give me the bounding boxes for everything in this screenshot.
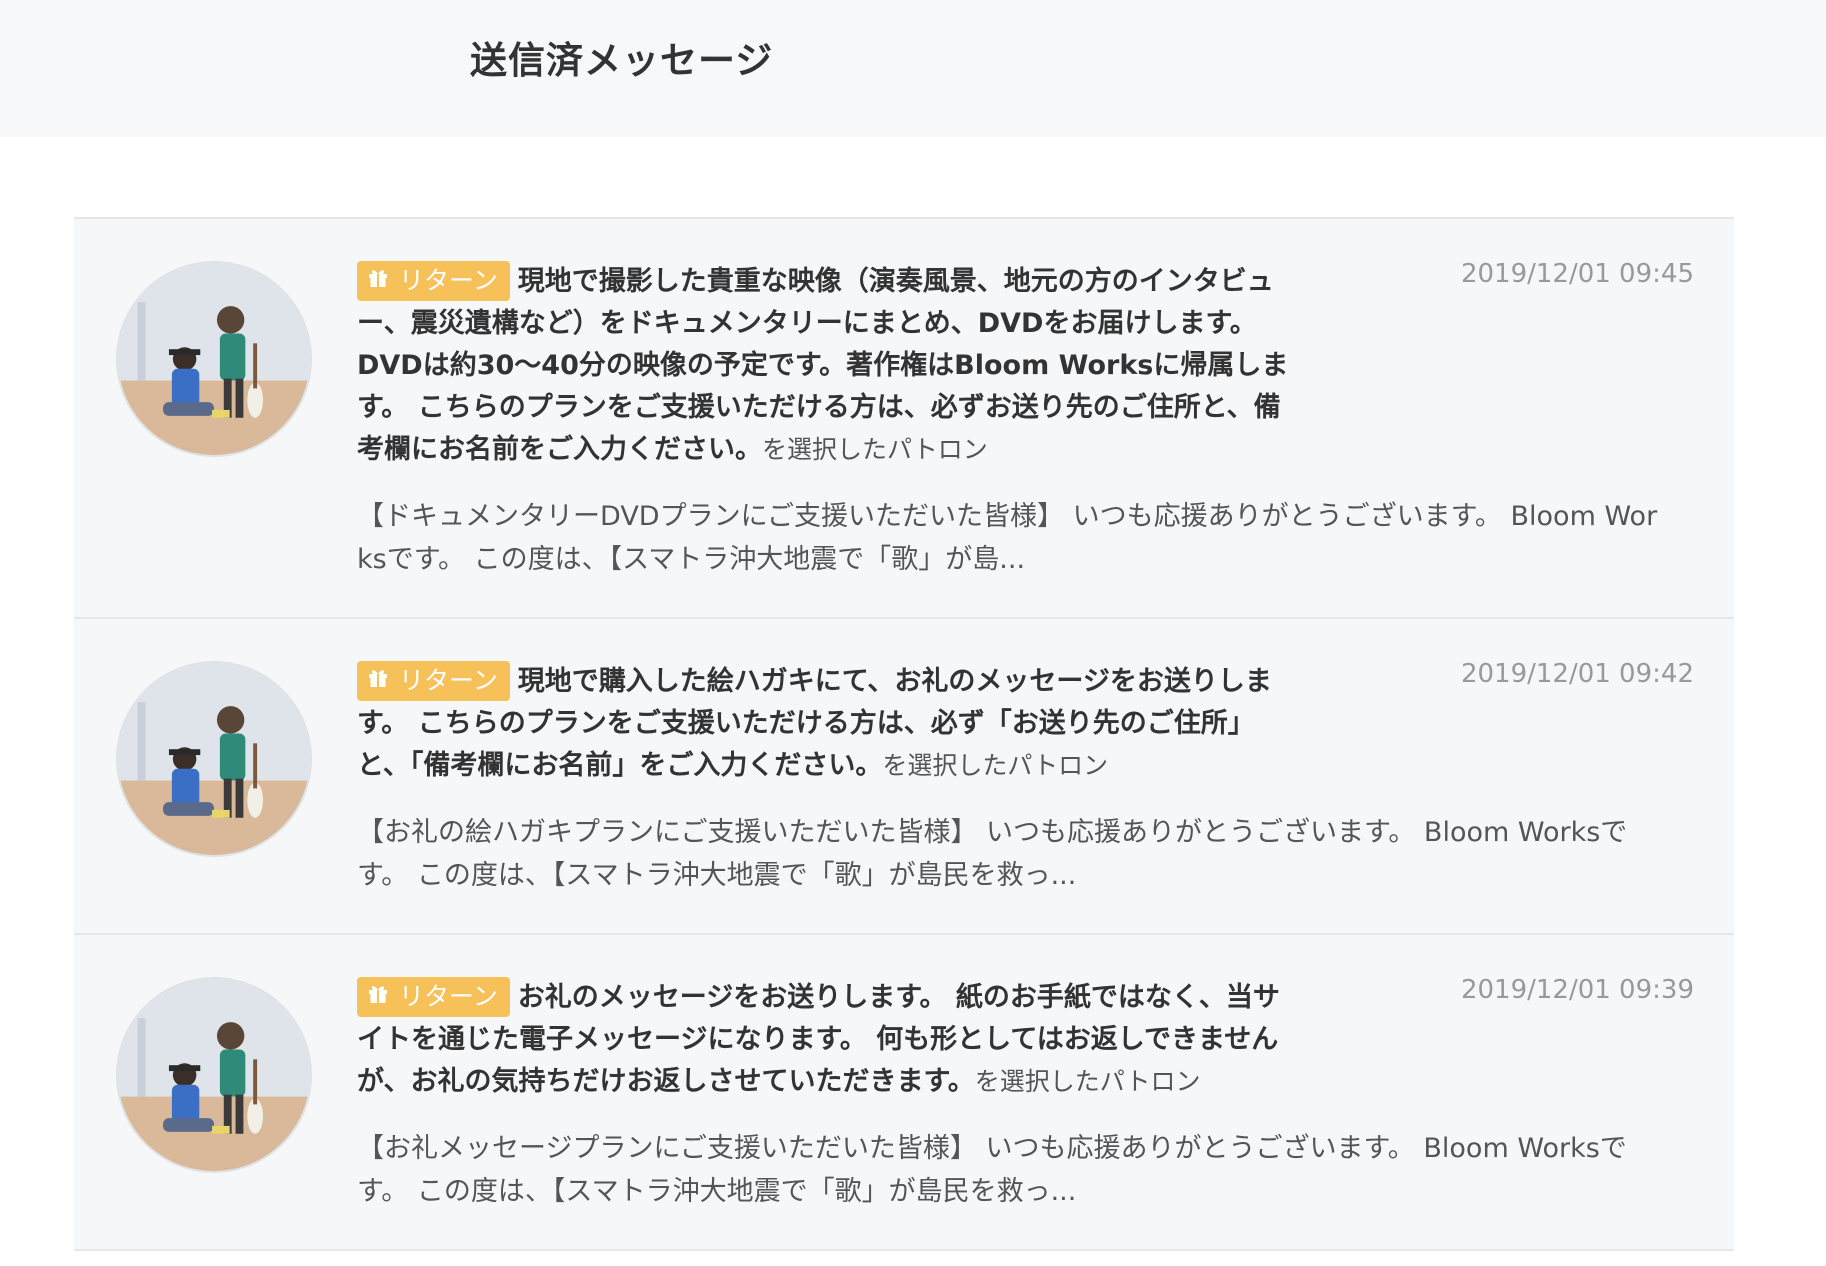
gift-icon	[367, 660, 389, 700]
sent-message-list: リターン 現地で撮影した貴重な映像（演奏風景、地元の方のインタビュー、震災遺構など…	[74, 217, 1734, 1251]
message-excerpt: 【お礼メッセージプランにご支援いただいた皆様】 いつも応援ありがとうございます。…	[357, 1133, 1627, 1207]
patron-suffix: を選択したパトロン	[974, 1067, 1201, 1096]
patron-suffix: を選択したパトロン	[882, 751, 1109, 780]
message-timestamp: 2019/12/01 09:39	[1460, 975, 1694, 1005]
gift-icon	[367, 976, 389, 1016]
badge-label: リターン	[399, 266, 498, 295]
avatar-photo-icon	[118, 663, 310, 855]
avatar-photo-icon	[118, 979, 310, 1171]
patron-avatar[interactable]	[116, 261, 312, 457]
message-content: リターン 現地で撮影した貴重な映像（演奏風景、地元の方のインタビュー、震災遺構など…	[357, 261, 1662, 581]
message-content: リターン 現地で購入した絵ハガキにて、お礼のメッセージをお送りします。 こちらのプ…	[357, 661, 1662, 897]
gift-icon	[367, 260, 389, 300]
message-headline[interactable]: リターン 現地で購入した絵ハガキにて、お礼のメッセージをお送りします。 こちらのプ…	[357, 661, 1297, 787]
message-excerpt: 【ドキュメンタリーDVDプランにご支援いただいた皆様】 いつも応援ありがとうござ…	[357, 501, 1658, 575]
return-badge: リターン	[357, 661, 510, 701]
message-list-item[interactable]: リターン お礼のメッセージをお送りします。 紙のお手紙ではなく、当サイトを通じた電…	[74, 935, 1734, 1251]
message-list-item[interactable]: リターン 現地で撮影した貴重な映像（演奏風景、地元の方のインタビュー、震災遺構など…	[74, 219, 1734, 619]
avatar-photo-icon	[118, 263, 310, 455]
return-badge: リターン	[357, 977, 510, 1017]
badge-label: リターン	[399, 982, 498, 1011]
page-title: 送信済メッセージ	[470, 39, 774, 82]
return-badge: リターン	[357, 261, 510, 301]
message-headline[interactable]: リターン お礼のメッセージをお送りします。 紙のお手紙ではなく、当サイトを通じた電…	[357, 977, 1297, 1103]
badge-label: リターン	[399, 666, 498, 695]
patron-avatar[interactable]	[116, 661, 312, 857]
message-timestamp: 2019/12/01 09:42	[1460, 659, 1694, 689]
message-excerpt: 【お礼の絵ハガキプランにご支援いただいた皆様】 いつも応援ありがとうございます。…	[357, 817, 1628, 891]
message-list-item[interactable]: リターン 現地で購入した絵ハガキにて、お礼のメッセージをお送りします。 こちらのプ…	[74, 619, 1734, 935]
patron-avatar[interactable]	[116, 977, 312, 1173]
message-content: リターン お礼のメッセージをお送りします。 紙のお手紙ではなく、当サイトを通じた電…	[357, 977, 1662, 1213]
patron-suffix: を選択したパトロン	[762, 435, 988, 464]
message-timestamp: 2019/12/01 09:45	[1460, 259, 1694, 289]
page-header: 送信済メッセージ	[0, 0, 1826, 137]
message-headline[interactable]: リターン 現地で撮影した貴重な映像（演奏風景、地元の方のインタビュー、震災遺構など…	[357, 261, 1297, 471]
